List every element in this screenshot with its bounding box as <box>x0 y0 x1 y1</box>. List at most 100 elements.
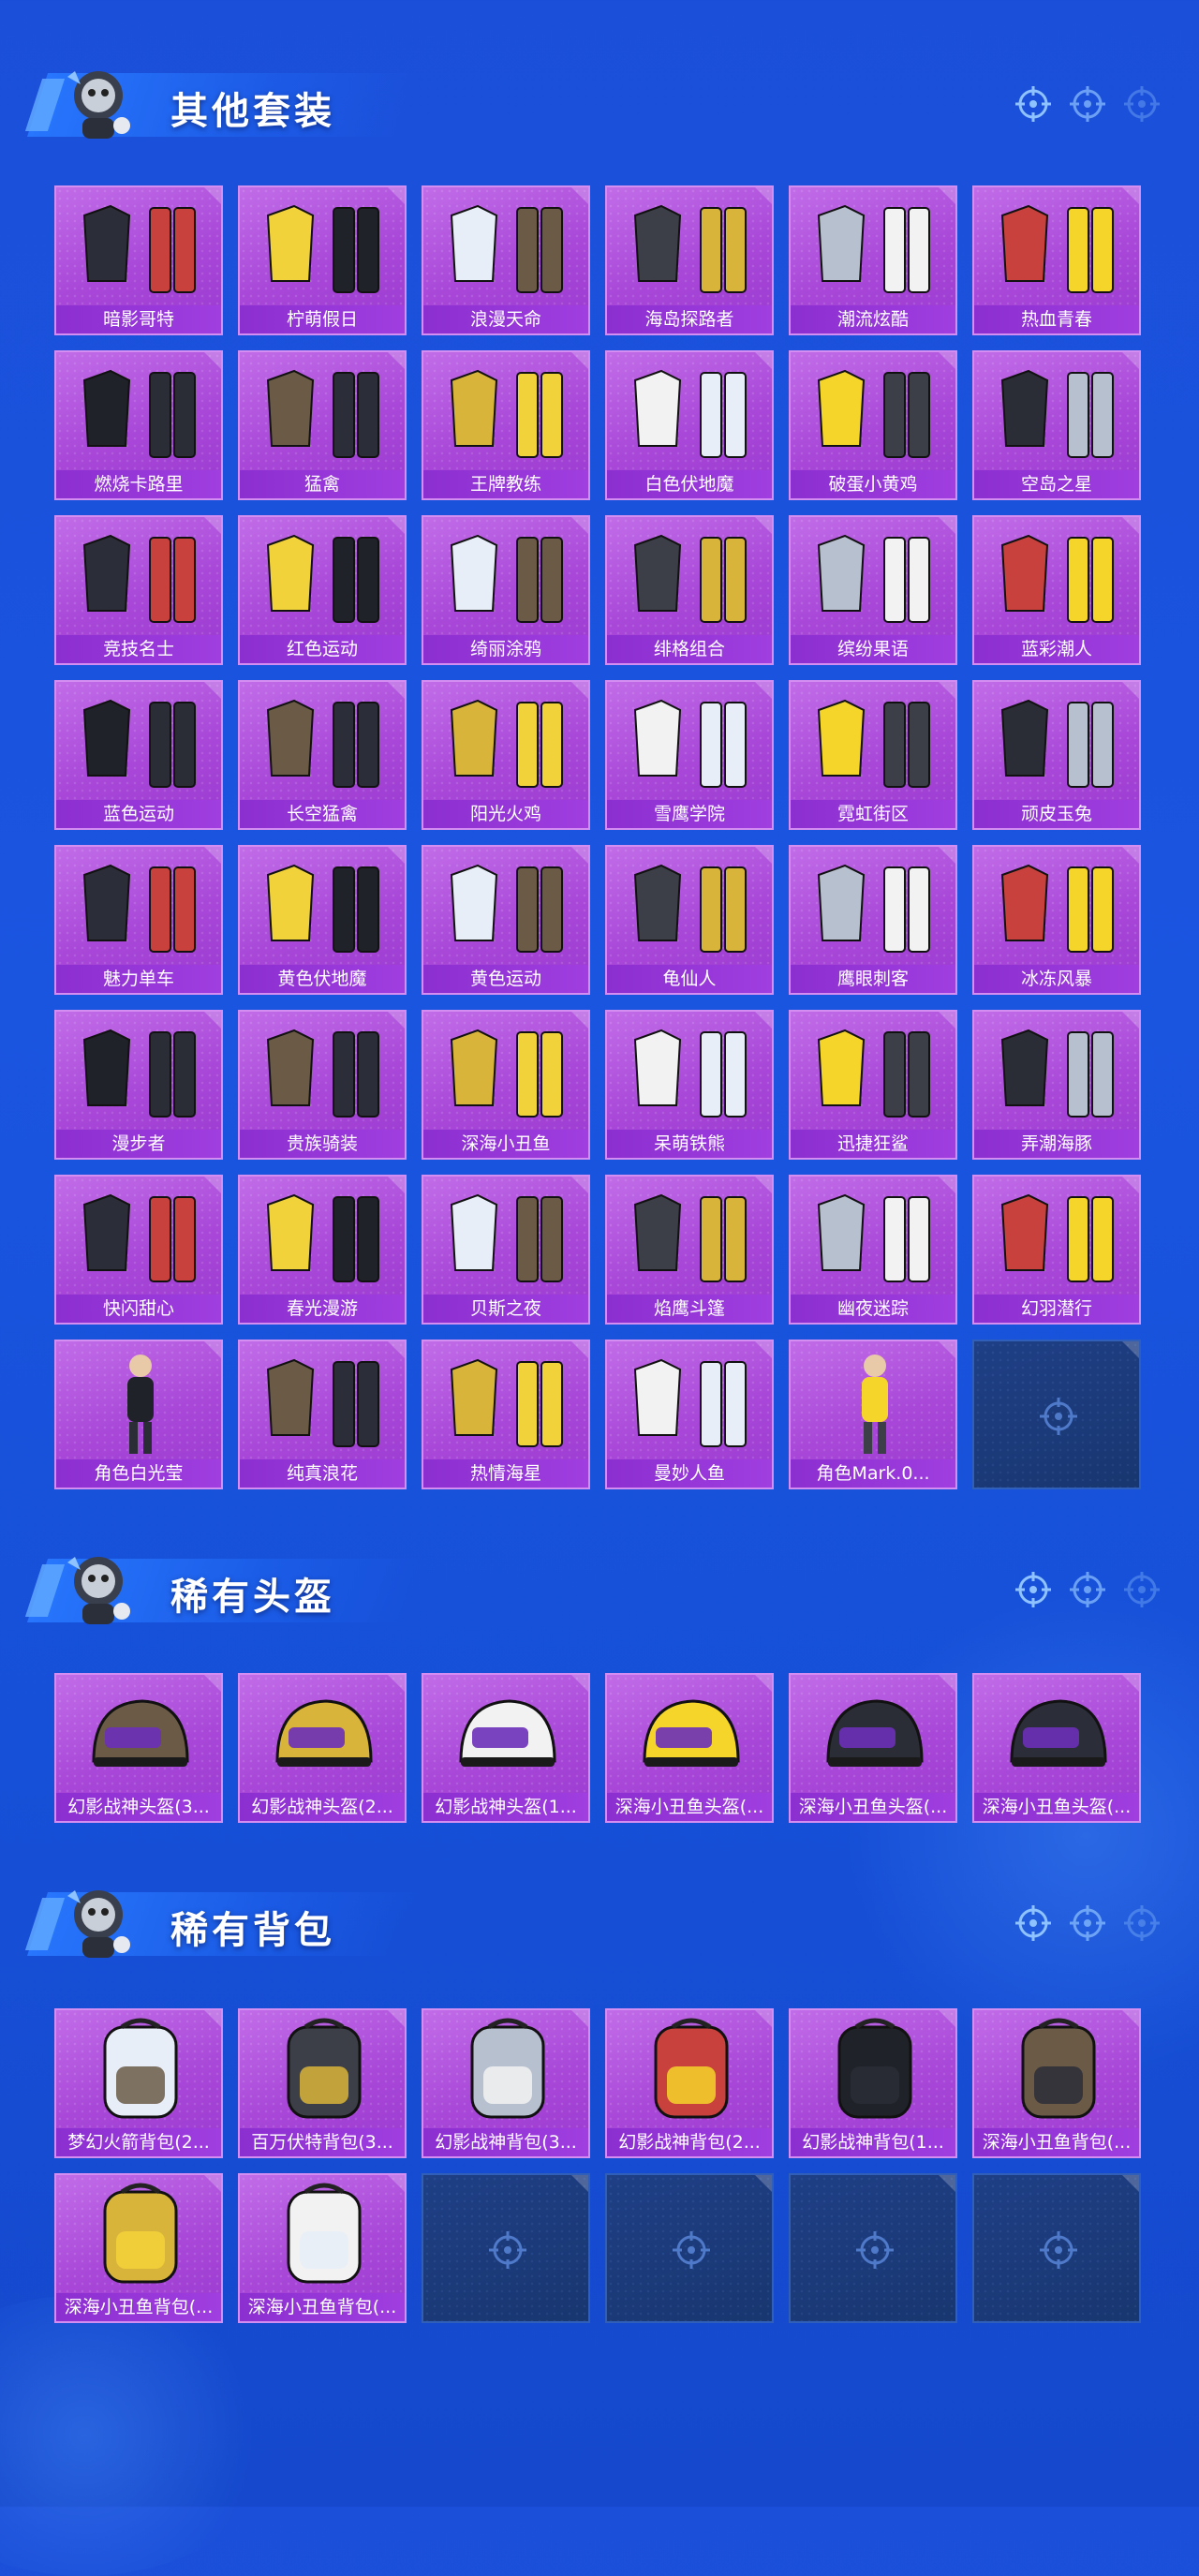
item-tile[interactable]: 幻影战神背包(3... <box>422 2008 590 2158</box>
item-tile[interactable]: 黄色运动 <box>422 845 590 995</box>
item-tile[interactable]: 红色运动 <box>238 515 407 665</box>
backpack-icon <box>287 2183 362 2284</box>
item-tile[interactable]: 破蛋小黄鸡 <box>789 350 957 500</box>
item-label: 幻影战神背包(3... <box>423 2128 588 2156</box>
crosshair-icon <box>856 2231 894 2269</box>
item-tile[interactable]: 深海小丑鱼 <box>422 1010 590 1160</box>
item-tile[interactable]: 长空猛禽 <box>238 680 407 830</box>
item-tile[interactable]: 迅捷狂鲨 <box>789 1010 957 1160</box>
backpack-icon <box>470 2018 545 2119</box>
helmet-icon <box>275 1699 373 1767</box>
helmet-icon <box>643 1699 740 1767</box>
item-tile[interactable]: 深海小丑鱼背包(... <box>238 2173 407 2323</box>
section-title: 其他套装 <box>170 90 335 133</box>
item-tile[interactable]: 魅力单车 <box>54 845 223 995</box>
item-tile[interactable]: 幻影战神背包(2... <box>605 2008 774 2158</box>
item-tile[interactable]: 白色伏地魔 <box>605 350 774 500</box>
item-tile[interactable]: 贵族骑装 <box>238 1010 407 1160</box>
item-tile[interactable]: 蓝色运动 <box>54 680 223 830</box>
item-tile[interactable]: 雪鹰学院 <box>605 680 774 830</box>
item-tile[interactable]: 王牌教练 <box>422 350 590 500</box>
item-tile[interactable]: 春光漫游 <box>238 1175 407 1325</box>
empty-slot <box>789 2173 957 2323</box>
item-tile[interactable]: 猛禽 <box>238 350 407 500</box>
item-tile[interactable]: 冰冻风暴 <box>972 845 1141 995</box>
item-tile[interactable]: 深海小丑鱼头盔(... <box>972 1673 1141 1823</box>
outfit-icon <box>266 1029 379 1118</box>
item-label: 热血青春 <box>974 305 1139 333</box>
item-tile[interactable]: 幽夜迷踪 <box>789 1175 957 1325</box>
item-tile[interactable]: 曼妙人鱼 <box>605 1340 774 1489</box>
item-tile[interactable]: 快闪甜心 <box>54 1175 223 1325</box>
item-tile[interactable]: 燃烧卡路里 <box>54 350 223 500</box>
item-tile[interactable]: 龟仙人 <box>605 845 774 995</box>
item-tile[interactable]: 缤纷果语 <box>789 515 957 665</box>
outfit-icon <box>450 1029 563 1118</box>
outfit-icon <box>450 1193 563 1282</box>
item-label: 春光漫游 <box>240 1295 405 1323</box>
item-label: 柠萌假日 <box>240 305 405 333</box>
item-tile[interactable]: 深海小丑鱼背包(... <box>972 2008 1141 2158</box>
item-label: 潮流炫酷 <box>791 305 955 333</box>
item-tile[interactable]: 竞技名士 <box>54 515 223 665</box>
outfit-icon <box>633 1193 747 1282</box>
item-tile[interactable]: 幻羽潜行 <box>972 1175 1141 1325</box>
item-tile[interactable]: 弄潮海豚 <box>972 1010 1141 1160</box>
outfit-icon <box>82 699 196 788</box>
outfit-icon <box>633 1029 747 1118</box>
item-tile[interactable]: 浪漫天命 <box>422 185 590 335</box>
backpack-icon <box>287 2018 362 2119</box>
backpack-icon <box>654 2018 729 2119</box>
item-tile[interactable]: 暗影哥特 <box>54 185 223 335</box>
item-tile[interactable]: 海岛探路者 <box>605 185 774 335</box>
helmet-icon <box>459 1699 556 1767</box>
item-tile[interactable]: 幻影战神头盔(2... <box>238 1673 407 1823</box>
item-tile[interactable]: 幻影战神背包(1... <box>789 2008 957 2158</box>
item-tile[interactable]: 深海小丑鱼头盔(... <box>605 1673 774 1823</box>
item-label: 王牌教练 <box>423 470 588 498</box>
empty-slot <box>422 2173 590 2323</box>
item-tile[interactable]: 呆萌铁熊 <box>605 1010 774 1160</box>
mascot-avatar-icon <box>67 1557 130 1624</box>
header-decoration <box>1014 1570 1162 1609</box>
item-tile[interactable]: 百万伏特背包(3... <box>238 2008 407 2158</box>
mascot-avatar-icon <box>67 1890 130 1958</box>
outfit-icon <box>817 204 930 293</box>
crosshair-icon <box>1015 1905 1051 1941</box>
item-label: 迅捷狂鲨 <box>791 1130 955 1158</box>
item-tile[interactable]: 热情海星 <box>422 1340 590 1489</box>
item-tile[interactable]: 鹰眼刺客 <box>789 845 957 995</box>
item-tile[interactable]: 梦幻火箭背包(2... <box>54 2008 223 2158</box>
item-tile[interactable]: 顽皮玉兔 <box>972 680 1141 830</box>
item-label: 绮丽涂鸦 <box>423 635 588 663</box>
item-tile[interactable]: 漫步者 <box>54 1010 223 1160</box>
item-label: 缤纷果语 <box>791 635 955 663</box>
item-tile[interactable]: 焰鹰斗篷 <box>605 1175 774 1325</box>
outfit-icon <box>1000 864 1114 953</box>
outfit-grid: 暗影哥特 柠萌假日 浪漫天命 海岛探路者 潮流炫酷 热血青春 燃烧卡路里 猛禽 … <box>54 185 1141 1489</box>
item-tile[interactable]: 空岛之星 <box>972 350 1141 500</box>
item-tile[interactable]: 阳光火鸡 <box>422 680 590 830</box>
outfit-icon <box>1000 534 1114 623</box>
item-tile[interactable]: 深海小丑鱼头盔(... <box>789 1673 957 1823</box>
item-label: 燃烧卡路里 <box>56 470 221 498</box>
item-tile[interactable]: 绯格组合 <box>605 515 774 665</box>
item-tile[interactable]: 幻影战神头盔(3... <box>54 1673 223 1823</box>
item-tile[interactable]: 贝斯之夜 <box>422 1175 590 1325</box>
crosshair-icon <box>1070 1572 1105 1607</box>
item-tile[interactable]: 热血青春 <box>972 185 1141 335</box>
item-tile[interactable]: 幻影战神头盔(1... <box>422 1673 590 1823</box>
item-tile[interactable]: 深海小丑鱼背包(... <box>54 2173 223 2323</box>
item-tile[interactable]: 蓝彩潮人 <box>972 515 1141 665</box>
item-tile[interactable]: 绮丽涂鸦 <box>422 515 590 665</box>
item-tile[interactable]: 柠萌假日 <box>238 185 407 335</box>
item-tile[interactable]: 纯真浪花 <box>238 1340 407 1489</box>
item-tile[interactable]: 潮流炫酷 <box>789 185 957 335</box>
outfit-icon <box>1000 1193 1114 1282</box>
outfit-icon <box>266 534 379 623</box>
item-tile[interactable]: 角色Mark.0... <box>789 1340 957 1489</box>
item-tile[interactable]: 霓虹街区 <box>789 680 957 830</box>
item-tile[interactable]: 角色白光莹 <box>54 1340 223 1489</box>
item-label: 快闪甜心 <box>56 1295 221 1323</box>
item-tile[interactable]: 黄色伏地魔 <box>238 845 407 995</box>
